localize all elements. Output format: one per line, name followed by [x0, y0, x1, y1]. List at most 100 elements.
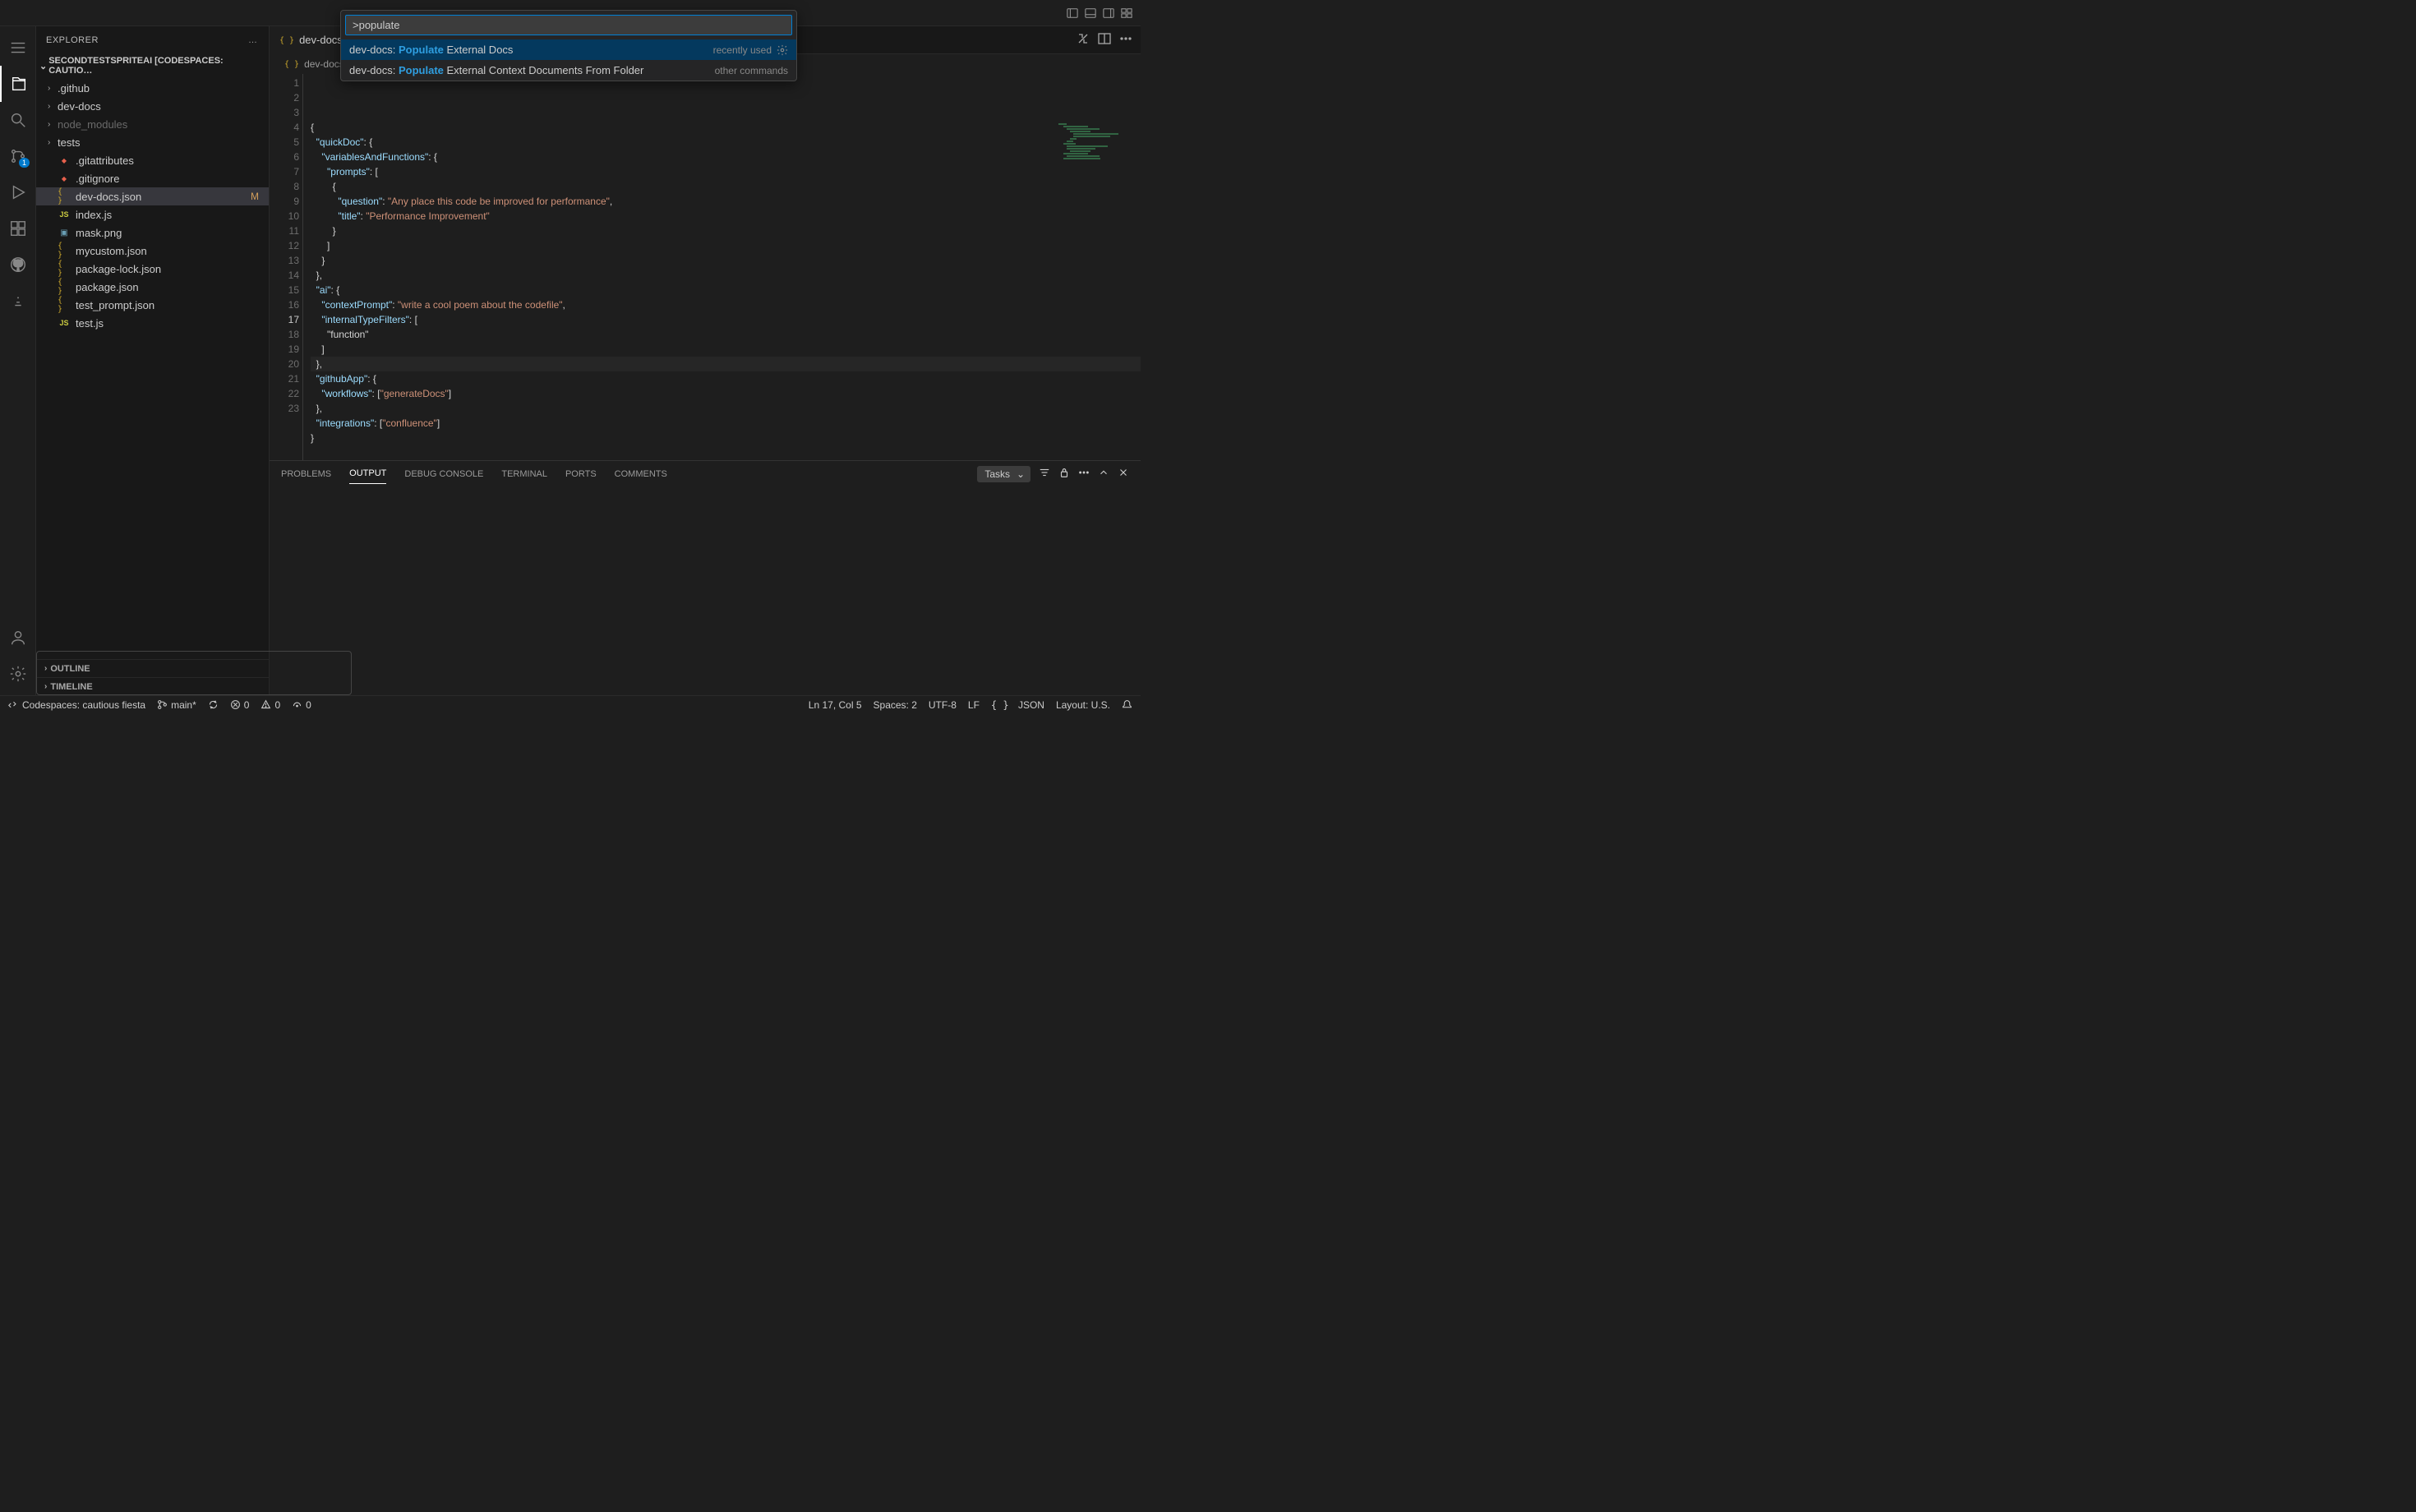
errors-indicator[interactable]: 0: [230, 699, 250, 711]
chevron-up-icon[interactable]: [1098, 467, 1109, 481]
search-icon[interactable]: [0, 102, 36, 138]
folder-item[interactable]: ›.github: [36, 79, 269, 97]
file-item[interactable]: mycustom.json: [36, 242, 269, 260]
json-file-icon: [279, 35, 294, 45]
folder-header[interactable]: ⌄ SECONDTESTSPRITEAI [CODESPACES: CAUTIO…: [36, 54, 269, 77]
file-item[interactable]: index.js: [36, 205, 269, 224]
ports-indicator[interactable]: 0: [292, 699, 311, 711]
run-debug-icon[interactable]: [0, 174, 36, 210]
layout-sidebar-left-icon[interactable]: [1065, 6, 1080, 21]
palette-hint: other commands: [715, 65, 788, 76]
filter-icon[interactable]: [1039, 467, 1050, 481]
cursor-position[interactable]: Ln 17, Col 5: [809, 699, 862, 711]
folder-item[interactable]: ›tests: [36, 133, 269, 151]
chevron-down-icon: ⌄: [39, 61, 47, 71]
json-file-icon: [284, 59, 299, 69]
more-icon[interactable]: [1119, 32, 1132, 48]
lock-icon[interactable]: [1058, 467, 1070, 481]
file-item[interactable]: .gitignore: [36, 169, 269, 187]
eol-indicator[interactable]: LF: [968, 699, 980, 711]
git-file-icon: [58, 154, 71, 167]
json-file-icon: [58, 298, 71, 311]
sidebar-header: EXPLORER …: [36, 26, 269, 54]
chevron-right-icon: ›: [44, 682, 47, 691]
file-item[interactable]: test.js: [36, 314, 269, 332]
sidebar-title: EXPLORER: [46, 35, 99, 45]
settings-gear-icon[interactable]: [0, 656, 36, 692]
panel-tab-ports[interactable]: PORTS: [565, 464, 597, 484]
chevron-right-icon: ›: [48, 138, 56, 147]
panel-tab-terminal[interactable]: TERMINAL: [501, 464, 547, 484]
timeline-section[interactable]: ›TIMELINE: [36, 677, 269, 695]
panel-more-icon[interactable]: [1078, 467, 1090, 481]
indent-indicator[interactable]: Spaces: 2: [874, 699, 917, 711]
panel-tab-problems[interactable]: PROBLEMS: [281, 464, 331, 484]
folder-item[interactable]: ›node_modules: [36, 115, 269, 133]
file-item[interactable]: .gitattributes: [36, 151, 269, 169]
json-file-icon: [58, 190, 71, 203]
file-tree: ›.github›dev-docs›node_modules›tests.git…: [36, 77, 269, 659]
file-item[interactable]: dev-docs.jsonM: [36, 187, 269, 205]
devdocs-icon[interactable]: [0, 283, 36, 319]
file-item[interactable]: mask.png: [36, 224, 269, 242]
main-container: 1 EXPLORER … ⌄ SECONDTESTSPRITEAI [CODES…: [0, 26, 1141, 695]
editor-area: dev-docs.json dev-docs 12345678910111213…: [270, 26, 1141, 695]
accounts-icon[interactable]: [0, 620, 36, 656]
js-file-icon: [58, 208, 71, 221]
menu-icon[interactable]: [0, 30, 36, 66]
json-file-icon: [58, 262, 71, 275]
panel-body[interactable]: [270, 487, 1141, 695]
folder-item[interactable]: ›dev-docs: [36, 97, 269, 115]
chevron-right-icon: ›: [44, 664, 47, 673]
panel-tab-output[interactable]: OUTPUT: [349, 463, 386, 484]
folder-name: SECONDTESTSPRITEAI [CODESPACES: CAUTIO…: [48, 56, 265, 76]
chevron-right-icon: ›: [48, 120, 56, 129]
explorer-icon[interactable]: [0, 66, 36, 102]
layout-sidebar-right-icon[interactable]: [1101, 6, 1116, 21]
palette-item[interactable]: dev-docs: Populate External Docsrecently…: [341, 39, 796, 60]
outline-section[interactable]: ›OUTLINE: [36, 659, 269, 677]
file-item[interactable]: test_prompt.json: [36, 296, 269, 314]
command-palette: dev-docs: Populate External Docsrecently…: [340, 10, 797, 81]
github-icon[interactable]: [0, 247, 36, 283]
chevron-right-icon: ›: [48, 102, 56, 111]
file-item[interactable]: package-lock.json: [36, 260, 269, 278]
close-icon[interactable]: [1118, 467, 1129, 481]
branch-indicator[interactable]: main*: [157, 699, 196, 711]
language-indicator[interactable]: { } JSON: [991, 699, 1044, 711]
notifications-icon[interactable]: [1122, 699, 1132, 710]
code-content[interactable]: { "quickDoc": { "variablesAndFunctions":…: [311, 74, 1141, 460]
split-icon[interactable]: [1098, 32, 1111, 48]
panel-actions: Tasks ⌄: [977, 466, 1129, 482]
warnings-indicator[interactable]: 0: [261, 699, 280, 711]
panel-tab-debug-console[interactable]: DEBUG CONSOLE: [404, 464, 483, 484]
sidebar: EXPLORER … ⌄ SECONDTESTSPRITEAI [CODESPA…: [36, 26, 270, 695]
layout-panel-icon[interactable]: [1083, 6, 1098, 21]
statusbar: Codespaces: cautious fiesta main* 0 0 0 …: [0, 695, 1141, 713]
sidebar-actions-icon[interactable]: …: [248, 35, 259, 45]
layout-indicator[interactable]: Layout: U.S.: [1056, 699, 1110, 711]
remote-indicator[interactable]: Codespaces: cautious fiesta: [8, 699, 145, 711]
sync-indicator[interactable]: [208, 699, 219, 710]
palette-hint: recently used: [713, 44, 788, 56]
bottom-panel: PROBLEMS OUTPUT DEBUG CONSOLE TERMINAL PORTS…: [270, 460, 1141, 695]
activitybar: 1: [0, 26, 36, 695]
minimap[interactable]: [1058, 123, 1141, 238]
json-file-icon: [58, 280, 71, 293]
command-palette-input[interactable]: [345, 15, 792, 35]
layout-customize-icon[interactable]: [1119, 6, 1134, 21]
palette-item[interactable]: dev-docs: Populate External Context Docu…: [341, 60, 796, 81]
source-control-icon[interactable]: 1: [0, 138, 36, 174]
compare-icon[interactable]: [1077, 32, 1090, 48]
json-file-icon: [58, 244, 71, 257]
line-gutter: 1234567891011121314151617181920212223: [270, 74, 311, 460]
tab-actions: [1077, 32, 1141, 48]
editor-body[interactable]: 1234567891011121314151617181920212223 { …: [270, 74, 1141, 460]
panel-tab-comments[interactable]: COMMENTS: [615, 464, 667, 484]
chevron-right-icon: ›: [48, 84, 56, 93]
output-channel-select[interactable]: Tasks ⌄: [977, 466, 1030, 482]
img-file-icon: [58, 226, 71, 239]
file-item[interactable]: package.json: [36, 278, 269, 296]
extensions-icon[interactable]: [0, 210, 36, 247]
encoding-indicator[interactable]: UTF-8: [929, 699, 957, 711]
